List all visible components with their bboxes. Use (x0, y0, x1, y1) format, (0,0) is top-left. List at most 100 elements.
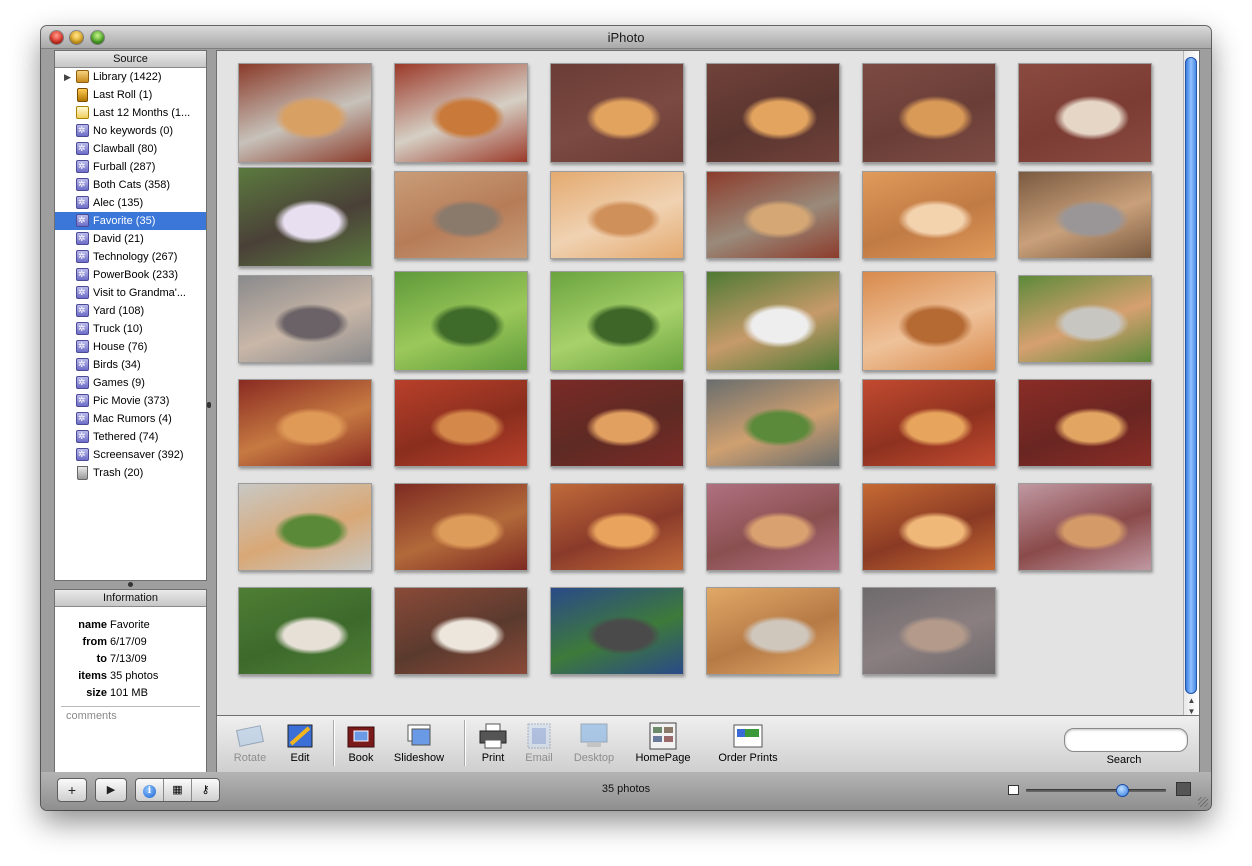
order-prints-button[interactable]: Order Prints (708, 722, 788, 764)
photo-thumbnail[interactable] (550, 63, 684, 163)
source-item-label: Both Cats (358) (93, 179, 171, 191)
smart-album-icon (76, 230, 89, 247)
source-item[interactable]: Visit to Grandma'... (55, 284, 206, 302)
title-bar[interactable]: iPhoto (41, 26, 1211, 49)
photo-thumbnail[interactable] (862, 171, 996, 259)
photo-thumbnail[interactable] (862, 271, 996, 371)
source-split-handle[interactable] (128, 582, 133, 587)
source-item-label: Pic Movie (373) (93, 395, 170, 407)
source-item[interactable]: Furball (287) (55, 158, 206, 176)
zoom-slider[interactable] (1026, 784, 1166, 797)
book-button[interactable]: Book (331, 722, 391, 764)
source-item[interactable]: David (21) (55, 230, 206, 248)
info-row: name Favorite (55, 617, 206, 634)
source-item[interactable]: Both Cats (358) (55, 176, 206, 194)
photo-thumbnail[interactable] (550, 171, 684, 259)
photo-thumbnail[interactable] (550, 483, 684, 571)
photo-thumbnail[interactable] (862, 63, 996, 163)
photo-cell (1018, 271, 1152, 379)
homepage-button[interactable]: HomePage (633, 722, 693, 764)
source-item[interactable]: Alec (135) (55, 194, 206, 212)
source-item[interactable]: Truck (10) (55, 320, 206, 338)
photo-cell (1018, 63, 1152, 167)
source-item-label: Birds (34) (93, 359, 141, 371)
search-input[interactable] (1064, 728, 1188, 752)
photo-thumbnail[interactable] (1018, 483, 1152, 571)
source-item[interactable]: House (76) (55, 338, 206, 356)
source-item[interactable]: Trash (20) (55, 464, 206, 482)
source-item[interactable]: Clawball (80) (55, 140, 206, 158)
photo-cell (394, 271, 528, 375)
iphoto-window: iPhoto Source ▶ Library (1422) Last Roll (… (41, 26, 1211, 810)
photo-thumbnail[interactable] (1018, 379, 1152, 467)
photo-thumbnail[interactable] (1018, 63, 1152, 163)
photo-thumbnail[interactable] (550, 587, 684, 675)
source-item[interactable]: No keywords (0) (55, 122, 206, 140)
desktop-button[interactable]: Desktop (564, 722, 624, 764)
photo-thumbnail[interactable] (706, 171, 840, 259)
photo-thumbnail[interactable] (706, 587, 840, 675)
source-item[interactable]: Last Roll (1) (55, 86, 206, 104)
photo-thumbnail[interactable] (1018, 171, 1152, 259)
photo-thumbnail[interactable] (394, 587, 528, 675)
source-item-label: Technology (267) (93, 251, 178, 263)
source-item[interactable]: Technology (267) (55, 248, 206, 266)
source-item-label: Screensaver (392) (93, 449, 184, 461)
smart-album-icon (76, 446, 89, 463)
source-item[interactable]: Screensaver (392) (55, 446, 206, 464)
photo-cell (706, 271, 840, 375)
photo-thumbnail[interactable] (394, 483, 528, 571)
source-item[interactable]: ▶ Library (1422) (55, 68, 206, 86)
source-item[interactable]: Games (9) (55, 374, 206, 392)
photo-thumbnail[interactable] (1018, 275, 1152, 363)
photo-thumbnail[interactable] (394, 171, 528, 259)
pane-split-handle[interactable] (207, 402, 211, 408)
smart-album-icon (76, 284, 89, 301)
source-item-label: Yard (108) (93, 305, 145, 317)
smart-album-icon (76, 428, 89, 445)
source-item[interactable]: Yard (108) (55, 302, 206, 320)
source-item[interactable]: Mac Rumors (4) (55, 410, 206, 428)
source-item[interactable]: Tethered (74) (55, 428, 206, 446)
vertical-scrollbar[interactable]: ▲ ▼ (1183, 51, 1199, 717)
photo-thumbnail[interactable] (862, 587, 996, 675)
email-button[interactable]: Email (509, 722, 569, 764)
scroll-thumb[interactable] (1185, 57, 1197, 694)
photo-thumbnail[interactable] (706, 63, 840, 163)
photo-thumbnail[interactable] (238, 483, 372, 571)
photo-cell (238, 63, 372, 167)
smart-album-icon (76, 248, 89, 265)
photo-cell (550, 167, 684, 275)
zoom-slider-knob[interactable] (1116, 784, 1129, 797)
book-label: Book (348, 752, 374, 764)
photo-thumbnail[interactable] (394, 379, 528, 467)
comments-field[interactable]: comments (55, 707, 206, 722)
slideshow-button[interactable]: Slideshow (389, 722, 449, 764)
photo-cell (550, 63, 684, 167)
photo-thumbnail[interactable] (238, 587, 372, 675)
source-item[interactable]: Last 12 Months (1... (55, 104, 206, 122)
photo-thumbnail[interactable] (550, 271, 684, 371)
photo-grid (238, 63, 1152, 687)
disclosure-triangle-icon[interactable]: ▶ (64, 68, 71, 86)
photo-browser: ▲ ▼ (216, 50, 1200, 717)
resize-grip[interactable] (1198, 797, 1208, 807)
photo-thumbnail[interactable] (238, 275, 372, 363)
photo-thumbnail[interactable] (394, 63, 528, 163)
photo-thumbnail[interactable] (706, 271, 840, 371)
photo-thumbnail[interactable] (238, 63, 372, 163)
source-list: ▶ Library (1422) Last Roll (1) Last 12 Mont… (55, 68, 206, 482)
source-item[interactable]: Favorite (35) (55, 212, 206, 230)
source-item[interactable]: Pic Movie (373) (55, 392, 206, 410)
photo-thumbnail[interactable] (706, 483, 840, 571)
photo-thumbnail[interactable] (862, 483, 996, 571)
photo-thumbnail[interactable] (550, 379, 684, 467)
photo-thumbnail[interactable] (394, 271, 528, 371)
source-item[interactable]: Birds (34) (55, 356, 206, 374)
photo-thumbnail[interactable] (706, 379, 840, 467)
photo-thumbnail[interactable] (862, 379, 996, 467)
photo-thumbnail[interactable] (238, 167, 372, 267)
edit-button[interactable]: Edit (270, 722, 330, 764)
source-item[interactable]: PowerBook (233) (55, 266, 206, 284)
photo-thumbnail[interactable] (238, 379, 372, 467)
